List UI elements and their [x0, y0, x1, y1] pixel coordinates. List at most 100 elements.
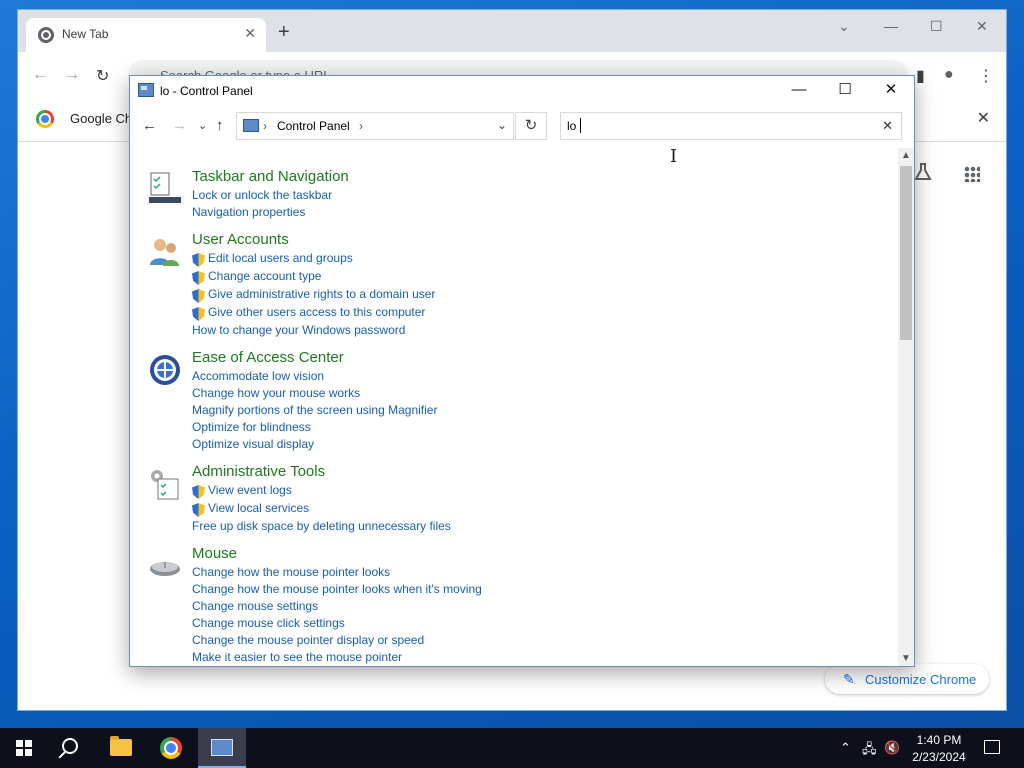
result-link[interactable]: Change account type [208, 269, 321, 283]
search-results: Taskbar and Navigation Lock or unlock th… [130, 146, 900, 666]
result-link[interactable]: How to change your Windows password [192, 323, 405, 337]
result-link[interactable]: Make it easier to see the mouse pointer [192, 650, 402, 664]
control-panel-window: lo - Control Panel — ☐ ✕ ← → ⌄ ↑ › Contr… [129, 75, 915, 667]
forward-icon[interactable]: → [172, 117, 187, 134]
chrome-menu-icon[interactable]: ⋮ [978, 66, 994, 86]
info-bar-close-icon[interactable]: ✕ [977, 108, 990, 128]
result-link[interactable]: Change how the mouse pointer looks [192, 565, 390, 579]
result-link[interactable]: Optimize visual display [192, 437, 314, 451]
result-link[interactable]: Navigation properties [192, 205, 305, 219]
uac-shield-icon [192, 307, 205, 321]
network-icon[interactable]: 🖧 [862, 740, 877, 762]
control-panel-small-icon [243, 119, 259, 132]
result-link[interactable]: Change how your mouse works [192, 386, 360, 400]
up-icon[interactable]: ↑ [216, 117, 224, 134]
chrome-tab-strip: New Tab ✕ + ⌄ — ☐ ✕ [18, 10, 1006, 52]
pencil-icon: ✎ [843, 671, 855, 687]
breadcrumb-chevron-icon[interactable]: › [359, 119, 363, 133]
ease-of-access-icon [150, 355, 180, 385]
side-panel-icon[interactable]: ▮ [916, 66, 925, 86]
result-link[interactable]: Change mouse settings [192, 599, 318, 613]
chrome-tab-icon [38, 27, 54, 43]
result-link[interactable]: Optimize for blindness [192, 420, 311, 434]
recent-locations-chevron-icon[interactable]: ⌄ [198, 119, 207, 132]
scrollbar-thumb[interactable] [900, 166, 912, 340]
notifications-icon[interactable] [984, 740, 1000, 754]
result-link[interactable]: Magnify portions of the screen using Mag… [192, 403, 437, 417]
result-link[interactable]: Lock or unlock the taskbar [192, 188, 332, 202]
scroll-down-icon[interactable]: ▼ [901, 653, 911, 664]
control-panel-icon [138, 83, 154, 97]
result-link[interactable]: View local services [208, 501, 309, 515]
control-panel-titlebar: lo - Control Panel — ☐ ✕ [130, 76, 914, 106]
uac-shield-icon [192, 271, 205, 285]
breadcrumb-control-panel[interactable]: Control Panel [277, 119, 350, 133]
customize-chrome-label: Customize Chrome [865, 672, 977, 687]
refresh-button[interactable]: ↻ [515, 112, 547, 140]
text-caret [580, 118, 581, 133]
uac-shield-icon [192, 503, 205, 517]
back-icon[interactable]: ← [142, 117, 157, 134]
new-tab-button[interactable]: + [278, 22, 290, 42]
profile-avatar-icon[interactable]: ● [944, 66, 954, 84]
chrome-reload-icon[interactable]: ↻ [96, 66, 109, 86]
volume-muted-icon[interactable]: 🔇 [884, 740, 900, 756]
result-link[interactable]: Give administrative rights to a domain u… [208, 287, 435, 301]
address-row: ← → ⌄ ↑ › Control Panel › ⌄ ↻ lo ✕ I [130, 106, 914, 167]
chrome-icon [160, 737, 182, 759]
mouse-icon [150, 562, 180, 576]
group-title[interactable]: Mouse [192, 545, 237, 562]
tab-search-chevron-icon[interactable]: ⌄ [838, 18, 850, 35]
chrome-back-icon[interactable]: ← [32, 66, 48, 84]
taskbar: ⌃ 🖧 🔇 1:40 PM 2/23/2024 [0, 728, 1024, 768]
result-link[interactable]: Give other users access to this computer [208, 305, 425, 319]
minimize-button[interactable]: — [776, 80, 822, 102]
maximize-button[interactable]: ☐ [822, 80, 868, 102]
chrome-tab-new-tab[interactable]: New Tab ✕ [26, 18, 266, 52]
scroll-up-icon[interactable]: ▲ [901, 150, 911, 161]
breadcrumb-chevron-icon[interactable]: › [263, 119, 267, 133]
taskbar-chrome[interactable] [148, 728, 196, 768]
clock-date[interactable]: 2/23/2024 [906, 750, 972, 764]
uac-shield-icon [192, 289, 205, 303]
result-link[interactable]: Change mouse click settings [192, 616, 345, 630]
show-hidden-icons-chevron-icon[interactable]: ⌃ [840, 740, 851, 756]
taskbar-control-panel[interactable] [198, 728, 246, 768]
window-title: lo - Control Panel [160, 84, 253, 98]
labs-flask-icon[interactable] [914, 163, 932, 181]
group-title[interactable]: Ease of Access Center [192, 349, 344, 366]
chrome-close-button[interactable]: ✕ [976, 18, 988, 35]
clear-search-icon[interactable]: ✕ [882, 118, 893, 134]
address-dropdown-icon[interactable]: ⌄ [497, 118, 507, 132]
vertical-scrollbar[interactable]: ▲ ▼ [898, 148, 914, 666]
close-button[interactable]: ✕ [868, 80, 914, 102]
taskbar-file-explorer[interactable] [98, 728, 146, 768]
chrome-minimize-button[interactable]: — [884, 18, 898, 34]
group-title[interactable]: Taskbar and Navigation [192, 168, 349, 185]
result-link[interactable]: Change how the mouse pointer looks when … [192, 582, 482, 596]
windows-logo-icon [16, 740, 32, 756]
search-input[interactable]: lo ✕ [560, 112, 902, 140]
clock-time[interactable]: 1:40 PM [906, 733, 972, 747]
customize-chrome-button[interactable]: ✎ Customize Chrome [825, 664, 989, 694]
search-value: lo [567, 119, 577, 133]
result-link[interactable]: View event logs [208, 483, 292, 497]
google-chrome-logo-icon [36, 110, 54, 128]
result-link[interactable]: Edit local users and groups [208, 251, 353, 265]
close-tab-icon[interactable]: ✕ [244, 25, 256, 42]
search-icon [62, 738, 78, 754]
result-link[interactable]: Accommodate low vision [192, 369, 324, 383]
chrome-tab-title: New Tab [62, 27, 109, 41]
result-link[interactable]: Free up disk space by deleting unnecessa… [192, 519, 451, 533]
address-bar[interactable]: › Control Panel › ⌄ [236, 112, 514, 140]
group-title[interactable]: User Accounts [192, 231, 289, 248]
start-button[interactable] [0, 728, 48, 768]
group-title[interactable]: Administrative Tools [192, 463, 325, 480]
google-apps-icon[interactable] [964, 166, 980, 182]
administrative-tools-icon [151, 470, 179, 500]
uac-shield-icon [192, 253, 205, 267]
result-link[interactable]: Change the mouse pointer display or spee… [192, 633, 424, 647]
taskbar-search-button[interactable] [48, 728, 96, 768]
chrome-forward-icon[interactable]: → [64, 66, 80, 84]
chrome-maximize-button[interactable]: ☐ [930, 18, 943, 35]
